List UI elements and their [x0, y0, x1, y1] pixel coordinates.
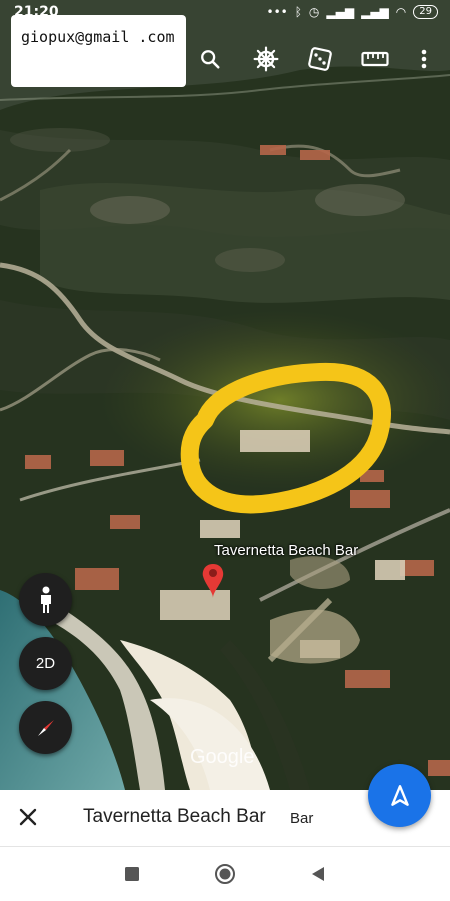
circle-icon	[215, 864, 235, 884]
street-view-button[interactable]	[19, 573, 72, 626]
measure-button[interactable]	[359, 43, 391, 75]
signal-2-icon: ▂▄▆	[361, 5, 389, 19]
place-card-title[interactable]: Tavernetta Beach Bar	[83, 806, 266, 828]
recents-button[interactable]	[120, 862, 144, 886]
search-icon	[201, 50, 220, 69]
wifi-icon: ◠	[395, 5, 407, 19]
home-button[interactable]	[213, 862, 237, 886]
alarm-icon: ◷	[308, 5, 320, 19]
square-icon	[125, 867, 139, 881]
email-note-overlay: giopux@gmail .com	[11, 15, 186, 87]
system-navigation-bar	[0, 846, 450, 901]
back-triangle-icon	[312, 867, 324, 881]
voyager-button[interactable]	[250, 43, 282, 75]
feeling-lucky-button[interactable]	[304, 43, 336, 75]
google-watermark: Google	[190, 746, 255, 768]
pegman-icon	[40, 586, 51, 613]
ship-wheel-icon	[253, 46, 279, 72]
more-vert-icon	[421, 49, 427, 69]
signal-icon: ▂▄▆	[326, 5, 355, 19]
search-button[interactable]	[194, 43, 226, 75]
navigation-arrow-icon	[390, 784, 409, 806]
ruler-icon	[361, 51, 389, 67]
close-icon[interactable]	[16, 805, 40, 829]
bluetooth-icon: ᛒ	[294, 5, 302, 19]
compass-icon	[37, 719, 54, 736]
status-icons: ••• ᛒ ◷ ▂▄▆ ▂▄▆ ◠ 29	[266, 5, 438, 19]
place-card-category: Bar	[290, 810, 314, 827]
battery-indicator: 29	[413, 5, 438, 19]
email-note-text: giopux@gmail .com	[21, 28, 175, 46]
compass-button[interactable]	[19, 701, 72, 754]
map-place-label[interactable]: Tavernetta Beach Bar	[214, 542, 358, 559]
dice-icon	[308, 47, 332, 71]
view-mode-2d-button[interactable]: 2D	[19, 637, 72, 690]
more-options-button[interactable]	[408, 43, 440, 75]
notification-dots-icon: •••	[266, 5, 288, 19]
directions-button[interactable]	[368, 764, 431, 827]
back-button[interactable]	[306, 862, 330, 886]
